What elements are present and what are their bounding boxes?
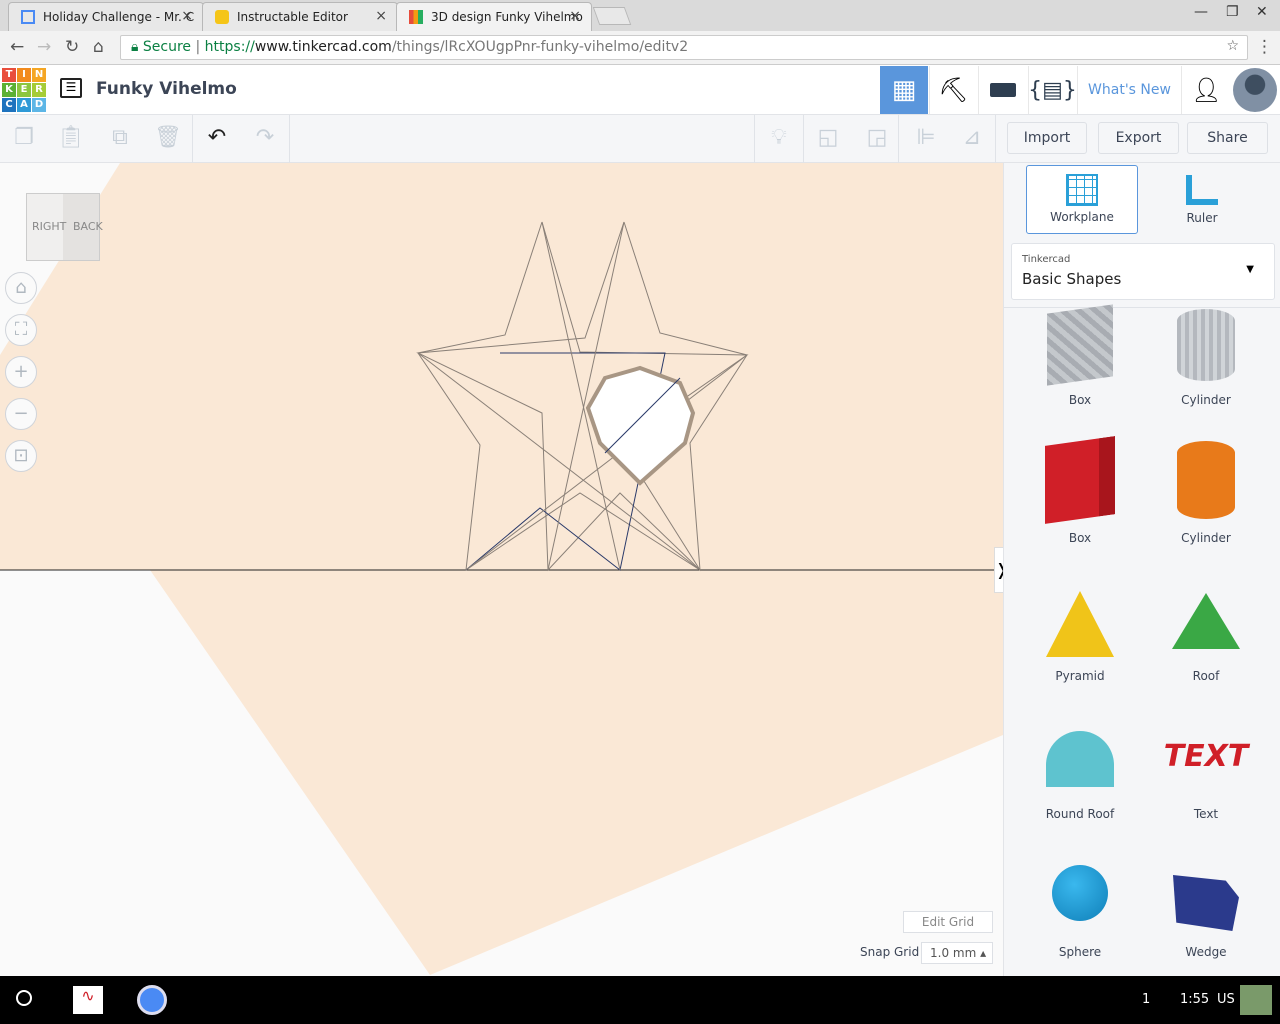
- avatar[interactable]: [1233, 68, 1277, 112]
- forward-icon[interactable]: →: [37, 37, 51, 57]
- pickaxe-icon: ⛏: [938, 76, 969, 104]
- copy-icon[interactable]: ❐: [10, 125, 38, 153]
- fit-view-button[interactable]: ⛶: [5, 314, 37, 346]
- address-bar-row: ← → ↻ ⌂ 🔒︎ Secure | https://www.tinkerca…: [0, 31, 1280, 65]
- shape-pyramid[interactable]: Pyramid: [1017, 585, 1143, 683]
- tinkercad-logo[interactable]: TIN KER CAD: [2, 68, 46, 112]
- duplicate-icon[interactable]: ⧉: [106, 125, 134, 153]
- group-icon[interactable]: ◱: [814, 125, 842, 153]
- shape-cylinder-hole[interactable]: Cylinder: [1143, 309, 1269, 407]
- view-cube[interactable]: RIGHT BACK: [26, 193, 103, 261]
- minimize-icon[interactable]: —: [1194, 4, 1208, 20]
- zoom-in-button[interactable]: +: [5, 356, 37, 388]
- close-tab-icon[interactable]: ×: [569, 8, 581, 24]
- codeblocks-button[interactable]: {▤}: [1028, 66, 1077, 114]
- shape-wedge[interactable]: Wedge: [1143, 861, 1269, 959]
- minecraft-button[interactable]: ⛏: [929, 66, 977, 114]
- delete-icon[interactable]: 🗑︎: [154, 125, 182, 153]
- invite-user-button[interactable]: 👤︎: [1181, 66, 1231, 114]
- lego-button[interactable]: [978, 66, 1026, 114]
- edit-toolbar: ❐ 📋︎ ⧉ 🗑︎ ↶ ↷ 💡︎ ◱ ◲ ⊫ ⊿ Import Export S…: [0, 115, 1280, 163]
- maximize-icon[interactable]: ❐: [1226, 4, 1239, 20]
- ungroup-icon[interactable]: ◲: [863, 125, 891, 153]
- tinkercad-icon: [409, 10, 423, 24]
- dropdown-arrow-icon: ▼: [1246, 264, 1254, 275]
- home-view-button[interactable]: ⌂: [5, 272, 37, 304]
- secure-label: Secure: [142, 39, 192, 55]
- shape-library-select[interactable]: Tinkercad Basic Shapes ▼: [1011, 243, 1275, 300]
- snap-grid-select[interactable]: 1.0 mm ▴: [921, 942, 993, 964]
- lock-icon: 🔒︎: [131, 39, 139, 55]
- shape-box[interactable]: Box: [1017, 436, 1143, 545]
- clock[interactable]: 1:55: [1180, 992, 1209, 1007]
- home-icon[interactable]: ⌂: [93, 37, 104, 57]
- zoom-out-button[interactable]: −: [5, 398, 37, 430]
- workplane-icon: [1066, 174, 1098, 206]
- bookmark-star-icon[interactable]: ☆: [1226, 38, 1239, 54]
- shape-round-roof[interactable]: Round Roof: [1017, 723, 1143, 821]
- import-button[interactable]: Import: [1007, 122, 1087, 154]
- close-tab-icon[interactable]: ×: [181, 8, 193, 24]
- whats-new-link[interactable]: What's New: [1077, 66, 1181, 114]
- robot-icon: [215, 10, 229, 24]
- close-tab-icon[interactable]: ×: [375, 8, 387, 24]
- tab-instructable-editor[interactable]: Instructable Editor ×: [202, 2, 398, 31]
- ruler-icon: [1186, 175, 1218, 205]
- tab-tinkercad[interactable]: 3D design Funky Vihelmo ×: [396, 2, 592, 31]
- brick-icon: [989, 83, 1016, 97]
- redo-icon[interactable]: ↷: [251, 125, 279, 153]
- mirror-icon[interactable]: ⊿: [958, 125, 986, 153]
- align-icon[interactable]: ⊫: [912, 125, 940, 153]
- undo-icon[interactable]: ↶: [203, 125, 231, 153]
- share-button[interactable]: Share: [1187, 122, 1268, 154]
- export-button[interactable]: Export: [1098, 122, 1179, 154]
- workplane-button[interactable]: Workplane: [1026, 165, 1138, 234]
- workplane[interactable]: [0, 163, 1003, 975]
- ortho-view-button[interactable]: ⊡: [5, 440, 37, 472]
- design-title[interactable]: Funky Vihelmo: [96, 79, 237, 99]
- edit-grid-button[interactable]: Edit Grid: [903, 911, 993, 933]
- tab-holiday-challenge[interactable]: Holiday Challenge - Mr. C ×: [8, 2, 204, 31]
- grid-icon: ▦: [891, 75, 917, 105]
- shapes-panel: Workplane Ruler Tinkercad Basic Shapes ▼…: [1003, 163, 1280, 976]
- user-avatar-icon[interactable]: [1240, 985, 1272, 1015]
- shape-box-hole[interactable]: Box: [1017, 304, 1143, 407]
- os-taskbar: ∿ 1 1:55 US: [0, 976, 1280, 1024]
- lightbulb-icon[interactable]: 💡︎: [765, 125, 793, 153]
- shape-sphere[interactable]: Sphere: [1017, 861, 1143, 959]
- 3d-viewport[interactable]: RIGHT BACK ⌂ ⛶ + − ⊡ Edit Grid Snap Grid…: [0, 163, 1003, 976]
- launcher-icon[interactable]: [16, 990, 32, 1006]
- notification-count[interactable]: 1: [1142, 992, 1150, 1007]
- keyboard-locale[interactable]: US: [1217, 992, 1235, 1007]
- design-list-icon[interactable]: ☰: [60, 78, 82, 98]
- workplane-scene[interactable]: [0, 163, 1003, 976]
- code-braces-icon: {▤}: [1028, 77, 1077, 103]
- paste-icon[interactable]: 📋︎: [57, 125, 85, 153]
- chrome-icon[interactable]: [137, 985, 167, 1015]
- close-window-icon[interactable]: ✕: [1256, 4, 1268, 20]
- shape-cylinder[interactable]: Cylinder: [1143, 441, 1269, 545]
- 3d-view-button[interactable]: ▦: [880, 66, 928, 114]
- back-icon[interactable]: ←: [10, 37, 24, 57]
- new-tab-button[interactable]: [592, 7, 632, 25]
- shape-text[interactable]: TEXT Text: [1143, 723, 1269, 821]
- app-header: TIN KER CAD ☰ Funky Vihelmo ▦ ⛏ {▤} What…: [0, 66, 1280, 115]
- collapse-panel-button[interactable]: ❭: [994, 547, 1003, 593]
- shape-roof[interactable]: Roof: [1143, 585, 1269, 683]
- add-user-icon: 👤︎: [1191, 76, 1222, 104]
- ruler-button[interactable]: Ruler: [1152, 165, 1252, 234]
- url-input[interactable]: 🔒︎ Secure | https://www.tinkercad.com/th…: [120, 35, 1248, 60]
- browser-tabbar: Holiday Challenge - Mr. C × Instructable …: [0, 0, 1280, 31]
- app-icon[interactable]: ∿: [73, 986, 103, 1014]
- menu-icon[interactable]: ⋮: [1256, 37, 1273, 57]
- snap-grid-label: Snap Grid: [860, 945, 920, 959]
- docs-icon: [21, 10, 35, 24]
- reload-icon[interactable]: ↻: [65, 37, 79, 57]
